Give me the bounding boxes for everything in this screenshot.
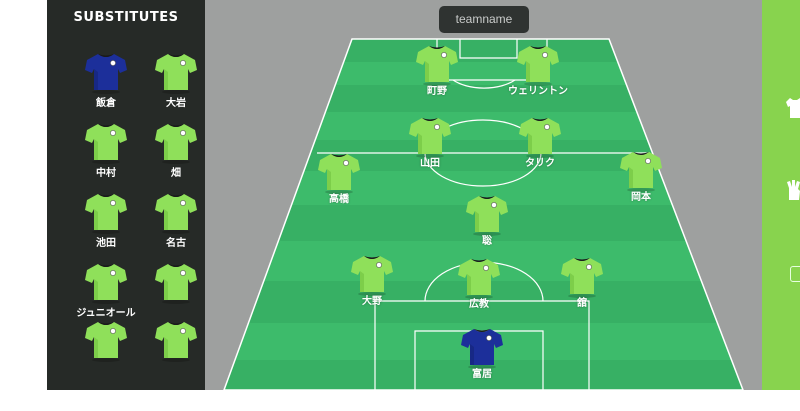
team-name-button[interactable]: teamname <box>439 6 529 33</box>
substitute-player[interactable]: 名古 <box>141 190 205 252</box>
substitute-player[interactable]: 畑 <box>141 120 205 182</box>
player-shirt-icon <box>85 322 127 362</box>
player-shirt-icon <box>85 194 127 234</box>
substitute-player[interactable] <box>71 318 141 380</box>
pitch-player-satoshi[interactable]: 聡 <box>457 192 517 252</box>
player-name: 広教 <box>469 299 489 310</box>
glove-icon[interactable] <box>784 178 800 202</box>
player-name: 岡本 <box>631 192 651 203</box>
pitch-player-yamada[interactable]: 山田 <box>400 114 460 174</box>
pitch-player-hironori[interactable]: 広教 <box>449 255 509 315</box>
player-shirt-icon <box>409 118 451 158</box>
substitute-player[interactable] <box>141 318 205 380</box>
substitutes-title: SUBSTITUTES <box>73 10 179 25</box>
player-shirt-icon <box>561 258 603 298</box>
player-shirt-icon <box>517 46 559 86</box>
substitute-name: 名古 <box>166 238 186 249</box>
player-name: ウェリントン <box>508 86 568 97</box>
player-shirt-icon <box>155 124 197 164</box>
substitute-player[interactable] <box>141 260 205 322</box>
bottom-strip <box>0 390 800 411</box>
lineup-builder-app: SUBSTITUTES 飯倉 大岩 中村畑池田 名古 ジュニオール teamna… <box>0 0 800 411</box>
pitch-player-tate[interactable]: 舘 <box>552 254 612 314</box>
pitch-player-takahashi[interactable]: 高橋 <box>309 150 369 210</box>
keeper-shirt-icon <box>85 54 127 94</box>
kit-tools-panel <box>762 0 800 390</box>
pitch-stage: teamname 町野 ウェリントン山田 タリク高橋 岡本聡大野 広教 舘富居 <box>205 0 762 390</box>
substitute-player[interactable]: ジュニオール <box>71 260 141 322</box>
keeper-shirt-icon <box>461 329 503 369</box>
player-shirt-icon <box>351 256 393 296</box>
substitute-player[interactable]: 大岩 <box>141 50 205 112</box>
pitch-player-tomii[interactable]: 富居 <box>452 325 512 385</box>
player-shirt-icon <box>85 264 127 304</box>
substitute-name: 大岩 <box>166 98 186 109</box>
player-shirt-icon <box>519 118 561 158</box>
player-shirt-icon <box>155 54 197 94</box>
shirt-icon[interactable] <box>784 96 800 120</box>
player-shirt-icon <box>458 259 500 299</box>
player-name: タリク <box>525 158 555 169</box>
player-name: 町野 <box>427 86 447 97</box>
player-name: 富居 <box>472 369 492 380</box>
player-name: 聡 <box>482 236 492 247</box>
player-shirt-icon <box>318 154 360 194</box>
player-shirt-icon <box>416 46 458 86</box>
edge-toggle-control[interactable] <box>790 266 800 282</box>
player-shirt-icon <box>155 194 197 234</box>
player-shirt-icon <box>620 152 662 192</box>
pitch-player-machino[interactable]: 町野 <box>407 42 467 102</box>
player-name: 舘 <box>577 298 587 309</box>
player-name: 高橋 <box>329 194 349 205</box>
player-shirt-icon <box>466 196 508 236</box>
player-name: 山田 <box>420 158 440 169</box>
player-shirt-icon <box>85 124 127 164</box>
substitute-name: 畑 <box>171 168 181 179</box>
substitutes-panel: SUBSTITUTES 飯倉 大岩 中村畑池田 名古 ジュニオール <box>47 0 205 390</box>
player-shirt-icon <box>155 264 197 304</box>
pitch-player-wellington[interactable]: ウェリントン <box>508 42 568 102</box>
player-shirt-icon <box>155 322 197 362</box>
pitch-player-ono[interactable]: 大野 <box>342 252 402 312</box>
pitch-player-tariku[interactable]: タリク <box>510 114 570 174</box>
player-name: 大野 <box>362 296 382 307</box>
pitch-player-okamoto[interactable]: 岡本 <box>611 148 671 208</box>
